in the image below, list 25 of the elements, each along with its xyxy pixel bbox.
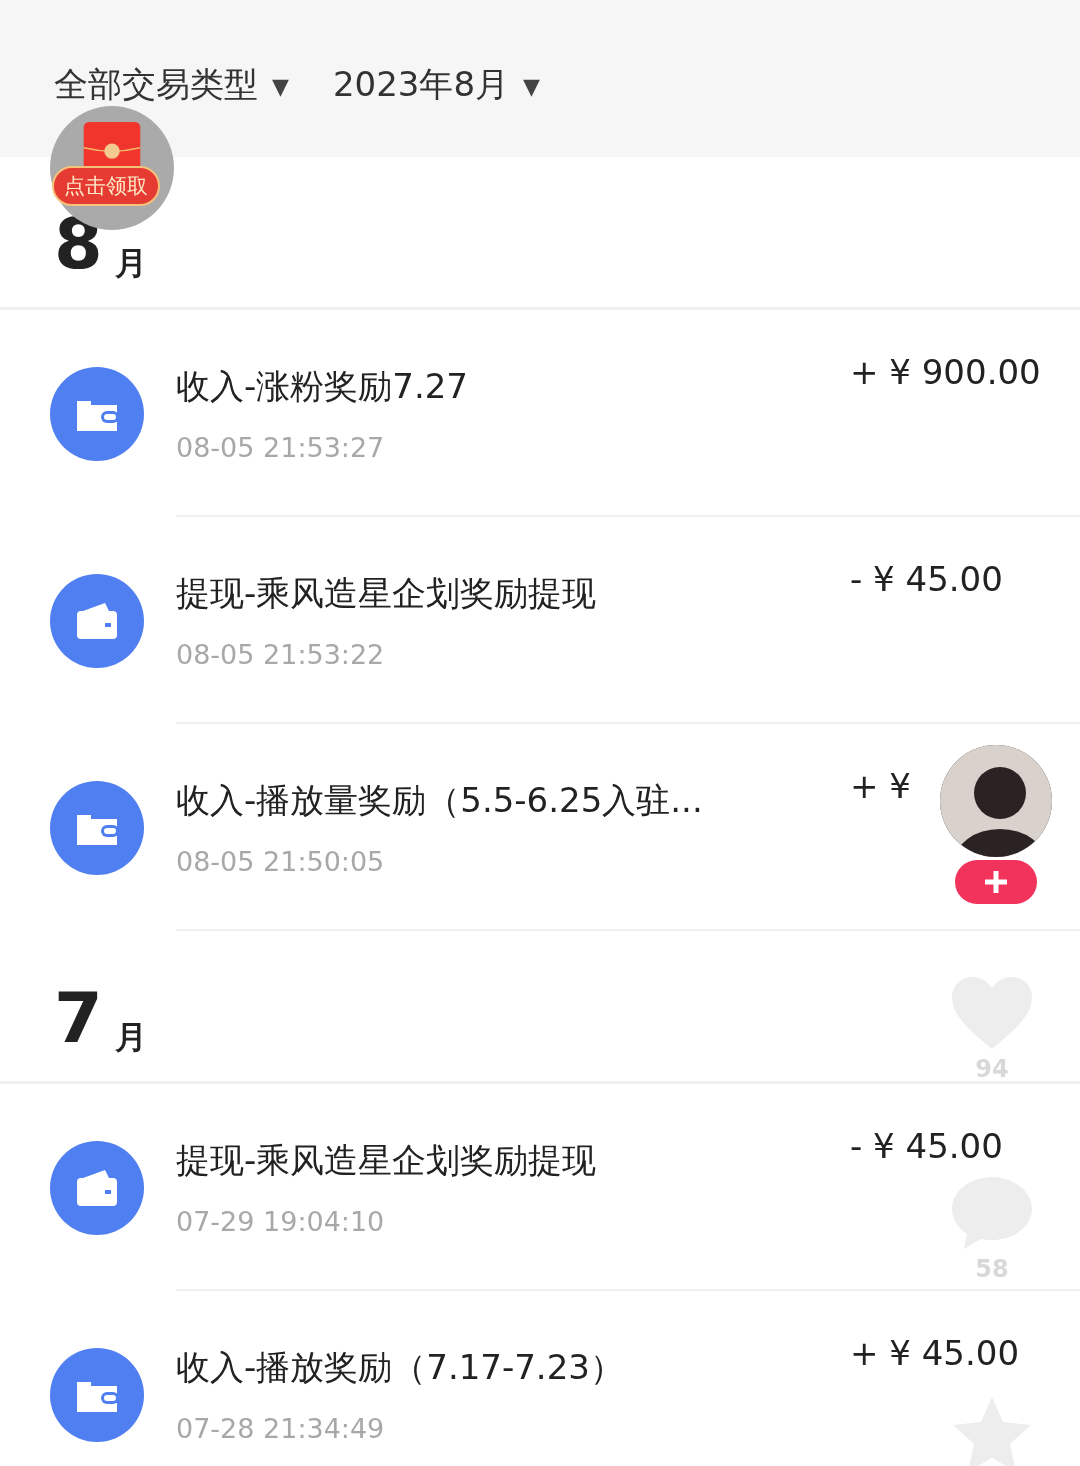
- filter-dropdown[interactable]: 全部交易类型 ▼: [54, 64, 289, 106]
- wallet-icon: [75, 1167, 119, 1208]
- transaction-time: 07-28 21:34:49: [176, 1413, 386, 1444]
- transaction-title: 收入-播放量奖励（5.5-6.25入驻...: [176, 779, 704, 822]
- transaction-time: 08-05 21:53:27: [176, 432, 386, 463]
- transaction-amount: - ¥ 45.00: [850, 559, 1003, 600]
- transaction-amount: + ¥ 900.00: [850, 352, 1041, 393]
- transaction-amount: + ¥: [850, 766, 911, 807]
- transaction-title: 收入-涨粉奖励7.27: [176, 365, 469, 408]
- transaction-title: 提现-乘风造星企划奖励提现: [176, 1139, 598, 1182]
- transaction-title: 收入-播放奖励（7.17-7.23）: [176, 1346, 625, 1389]
- month-unit: 月: [114, 247, 147, 279]
- claim-label: 点击领取: [52, 166, 160, 206]
- wallet-icon: [75, 600, 119, 641]
- transaction-time: 07-29 19:04:10: [176, 1206, 386, 1237]
- transaction-amount: + ¥ 45.00: [850, 1333, 1020, 1374]
- transaction-title: 提现-乘风造星企划奖励提现: [176, 572, 598, 615]
- month-unit: 月: [114, 1021, 147, 1053]
- month-number: 7: [54, 983, 103, 1053]
- transaction-amount: - ¥ 45.00: [850, 1126, 1003, 1167]
- transaction-time: 08-05 21:50:05: [176, 846, 386, 877]
- plus-icon: [983, 869, 1009, 895]
- transaction-time: 08-05 21:53:22: [176, 639, 386, 670]
- filter-dropdown[interactable]: 2023年8月 ▼: [332, 64, 540, 106]
- follow-button[interactable]: [955, 860, 1037, 904]
